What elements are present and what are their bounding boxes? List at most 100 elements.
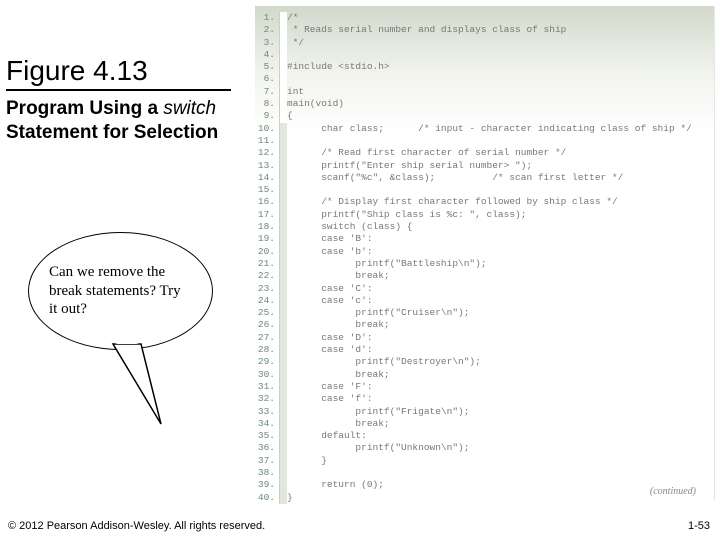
gutter [279, 258, 287, 270]
line-text: { [287, 110, 293, 122]
gutter [279, 209, 287, 221]
line-number: 23 [255, 283, 279, 295]
gutter [279, 381, 287, 393]
code-line: 31 case 'F': [255, 381, 714, 393]
line-number: 5 [255, 61, 279, 73]
line-number: 32 [255, 393, 279, 405]
line-number: 16 [255, 196, 279, 208]
code-line: 29 printf("Destroyer\n"); [255, 356, 714, 368]
gutter [279, 430, 287, 442]
line-text: switch (class) { [287, 221, 412, 233]
code-line: 36 printf("Unknown\n"); [255, 442, 714, 454]
gutter [279, 233, 287, 245]
line-number: 22 [255, 270, 279, 282]
line-number: 38 [255, 467, 279, 479]
line-text: printf("Frigate\n"); [287, 406, 469, 418]
line-number: 19 [255, 233, 279, 245]
code-line: 14 scanf("%c", &class); /* scan first le… [255, 172, 714, 184]
line-text: printf("Battleship\n"); [287, 258, 487, 270]
caption-keyword: switch [163, 98, 216, 119]
gutter [279, 442, 287, 454]
line-number: 1 [255, 12, 279, 24]
line-text: break; [287, 418, 390, 430]
code-line: 4 [255, 49, 714, 61]
code-line: 2 * Reads serial number and displays cla… [255, 24, 714, 36]
gutter [279, 307, 287, 319]
line-text: } [287, 492, 293, 504]
code-line: 18 switch (class) { [255, 221, 714, 233]
code-line: 22 break; [255, 270, 714, 282]
line-number: 30 [255, 369, 279, 381]
code-line: 28 case 'd': [255, 344, 714, 356]
code-line: 20 case 'b': [255, 246, 714, 258]
gutter [279, 319, 287, 331]
line-number: 26 [255, 319, 279, 331]
code-line: 8main(void) [255, 98, 714, 110]
code-line: 32 case 'f': [255, 393, 714, 405]
line-text: printf("Unknown\n"); [287, 442, 469, 454]
gutter [279, 270, 287, 282]
code-line: 1 /* [255, 12, 714, 24]
line-text: case 'F': [287, 381, 373, 393]
code-line: 12 /* Read first character of serial num… [255, 147, 714, 159]
code-line: 34 break; [255, 418, 714, 430]
code-line: 19 case 'B': [255, 233, 714, 245]
line-number: 25 [255, 307, 279, 319]
code-line: 35 default: [255, 430, 714, 442]
line-text: printf("Cruiser\n"); [287, 307, 469, 319]
line-number: 35 [255, 430, 279, 442]
code-line: 40} [255, 492, 714, 504]
gutter [279, 369, 287, 381]
slide: 1/*2 * Reads serial number and displays … [0, 0, 720, 540]
line-number: 31 [255, 381, 279, 393]
line-text: break; [287, 270, 390, 282]
line-number: 28 [255, 344, 279, 356]
figure-heading-block: Figure 4.13 Program Using a switch State… [6, 55, 231, 145]
speech-bubble: Can we remove the break statements? Try … [28, 232, 213, 350]
code-line: 7int [255, 86, 714, 98]
line-text: return (0); [287, 479, 384, 491]
code-line: 37 } [255, 455, 714, 467]
code-line: 27 case 'D': [255, 332, 714, 344]
gutter [279, 344, 287, 356]
code-listing-panel: 1/*2 * Reads serial number and displays … [255, 6, 715, 501]
line-text: int [287, 86, 304, 98]
line-number: 2 [255, 24, 279, 36]
line-text: case 'C': [287, 283, 373, 295]
line-number: 3 [255, 37, 279, 49]
line-number: 10 [255, 123, 279, 135]
line-number: 24 [255, 295, 279, 307]
line-text: case 'D': [287, 332, 373, 344]
code-lines-container: 1/*2 * Reads serial number and displays … [255, 12, 714, 504]
line-text: */ [287, 37, 304, 49]
gutter [279, 49, 287, 61]
line-number: 39 [255, 479, 279, 491]
code-line: 11 [255, 135, 714, 147]
gutter [279, 295, 287, 307]
gutter [279, 61, 287, 73]
line-text: * Reads serial number and displays class… [287, 24, 566, 36]
line-text: case 'f': [287, 393, 373, 405]
code-line: 17 printf("Ship class is %c: ", class); [255, 209, 714, 221]
code-line: 30 break; [255, 369, 714, 381]
continued-label: (continued) [650, 486, 696, 497]
line-number: 14 [255, 172, 279, 184]
gutter [279, 356, 287, 368]
gutter [279, 86, 287, 98]
line-text: /* [287, 12, 298, 24]
line-text: printf("Ship class is %c: ", class); [287, 209, 526, 221]
line-text: case 'b': [287, 246, 373, 258]
line-text: case 'd': [287, 344, 373, 356]
line-number: 29 [255, 356, 279, 368]
line-number: 37 [255, 455, 279, 467]
page-number: 1-53 [688, 520, 710, 532]
gutter [279, 492, 287, 504]
gutter [279, 73, 287, 85]
gutter [279, 37, 287, 49]
line-text: main(void) [287, 98, 344, 110]
figure-caption: Program Using a switch Statement for Sel… [6, 97, 231, 145]
code-line: 9{ [255, 110, 714, 122]
line-text: case 'c': [287, 295, 373, 307]
code-line: 33 printf("Frigate\n"); [255, 406, 714, 418]
gutter [279, 393, 287, 405]
